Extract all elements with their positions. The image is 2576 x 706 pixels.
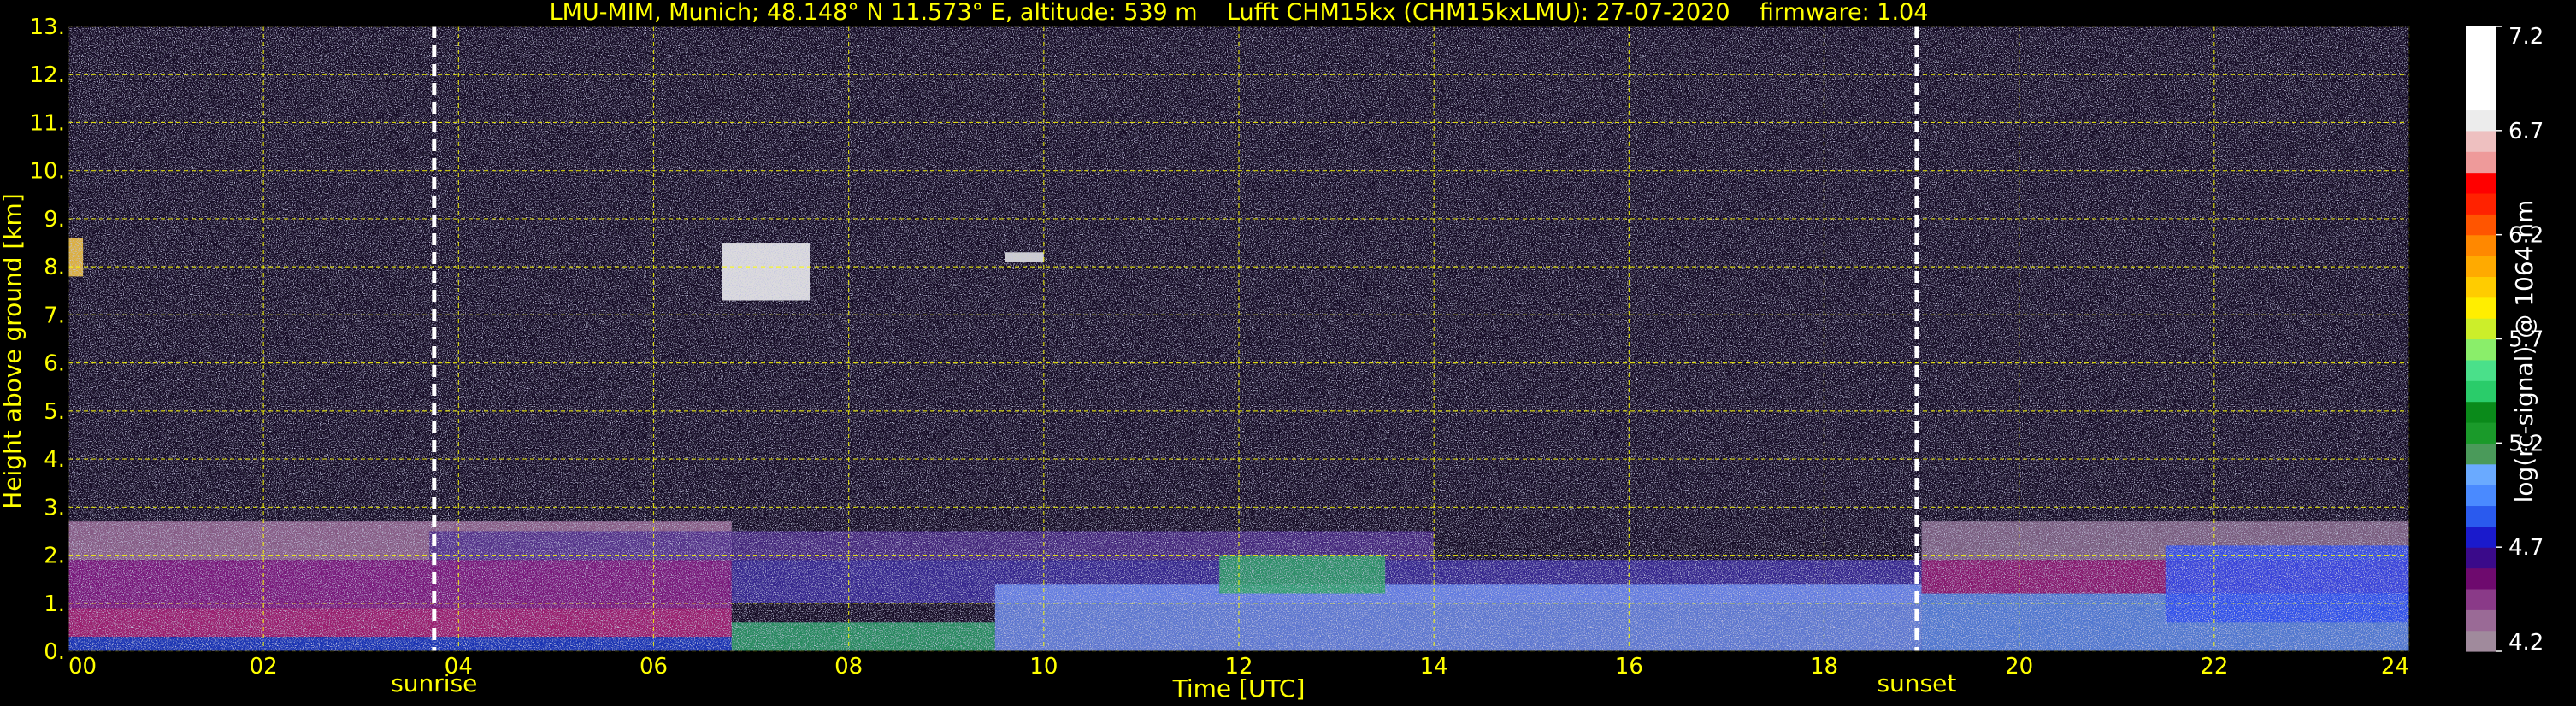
colorbar-tick-label: 4.2 <box>2508 630 2544 656</box>
x-tick-label: 16 <box>1615 654 1643 680</box>
x-tick-label: 02 <box>250 654 278 680</box>
y-tick-label: 1. <box>44 591 65 617</box>
y-tick-label: 0. <box>44 639 65 665</box>
colorbar-segment <box>2466 421 2496 444</box>
y-tick-label: 2. <box>44 544 65 569</box>
colorbar-segment <box>2466 463 2496 485</box>
y-tick-label: 7. <box>44 303 65 328</box>
y-tick-labels: 0. 1. 2. 3. 4. 5. 6. 7. 8. 9. 10. 11. 12. 13. <box>30 15 65 665</box>
colorbar-segment <box>2466 568 2496 590</box>
y-tick-label: 4. <box>44 447 65 473</box>
colorbar-segment <box>2466 297 2496 319</box>
colorbar-segment <box>2466 505 2496 527</box>
colorbar-segment <box>2466 151 2496 174</box>
colorbar-segment <box>2466 547 2496 569</box>
colorbar-segment <box>2466 172 2496 194</box>
x-axis-label: Time [UTC] <box>1172 674 1306 703</box>
event-label-sunrise: sunrise <box>391 669 477 697</box>
colorbar-tick-label: 4.7 <box>2508 535 2544 561</box>
colorbar-segment <box>2466 214 2496 236</box>
colorbar <box>2466 26 2496 652</box>
colorbar-segment <box>2466 109 2496 132</box>
colorbar-tick-label: 7.2 <box>2508 24 2544 50</box>
chart-title: LMU-MIM, Munich; 48.148° N 11.573° E, al… <box>550 0 1929 26</box>
y-tick-label: 3. <box>44 495 65 521</box>
x-tick-label: 00 <box>68 654 97 680</box>
ceilometer-chart: 0.1.2.3.4.5.6.7.8.9.10.11.12.13. 00 02 04 0… <box>0 0 2544 703</box>
event-label-sunset: sunset <box>1877 669 1956 697</box>
colorbar-segment <box>2466 68 2496 90</box>
x-tick-label: 06 <box>640 654 668 680</box>
colorbar-segment <box>2466 192 2496 215</box>
colorbar-label: log(rc-signal) @ 1064 nm <box>2510 200 2538 503</box>
y-tick-label: 10. <box>30 159 65 185</box>
x-tick-label: 10 <box>1029 654 1058 680</box>
colorbar-segment <box>2466 380 2496 403</box>
y-tick-label: 11. <box>30 110 65 136</box>
colorbar-segment <box>2466 485 2496 507</box>
x-tick-label: 14 <box>1420 654 1448 680</box>
colorbar-segment <box>2466 588 2496 610</box>
y-tick-label: 8. <box>44 255 65 280</box>
colorbar-tick-label: 6.7 <box>2508 119 2544 144</box>
x-tick-label: 24 <box>2381 654 2409 680</box>
colorbar-segment <box>2466 630 2496 652</box>
colorbar-segment <box>2466 47 2496 69</box>
y-tick-label: 5. <box>44 399 65 425</box>
colorbar-segment <box>2466 526 2496 548</box>
y-tick-label: 13. <box>30 15 65 40</box>
colorbar-segment <box>2466 89 2496 111</box>
plot-area <box>68 26 2410 652</box>
colorbar-segment <box>2466 318 2496 340</box>
x-tick-label: 22 <box>2200 654 2228 680</box>
y-tick-label: 6. <box>44 351 65 377</box>
colorbar-segment <box>2466 401 2496 423</box>
x-tick-label: 08 <box>834 654 863 680</box>
colorbar-segment <box>2466 609 2496 632</box>
colorbar-segment <box>2466 359 2496 381</box>
y-tick-label: 12. <box>30 62 65 88</box>
x-tick-label: 20 <box>2005 654 2033 680</box>
colorbar-segment <box>2466 234 2496 256</box>
y-tick-label: 9. <box>44 207 65 232</box>
y-axis-label: Height above ground [km] <box>0 193 27 509</box>
colorbar-segment <box>2466 26 2496 48</box>
colorbar-segment <box>2466 338 2496 361</box>
colorbar-segment <box>2466 256 2496 277</box>
x-tick-label: 18 <box>1810 654 1838 680</box>
colorbar-segment <box>2466 130 2496 152</box>
colorbar-segment <box>2466 443 2496 465</box>
colorbar-segment <box>2466 276 2496 298</box>
